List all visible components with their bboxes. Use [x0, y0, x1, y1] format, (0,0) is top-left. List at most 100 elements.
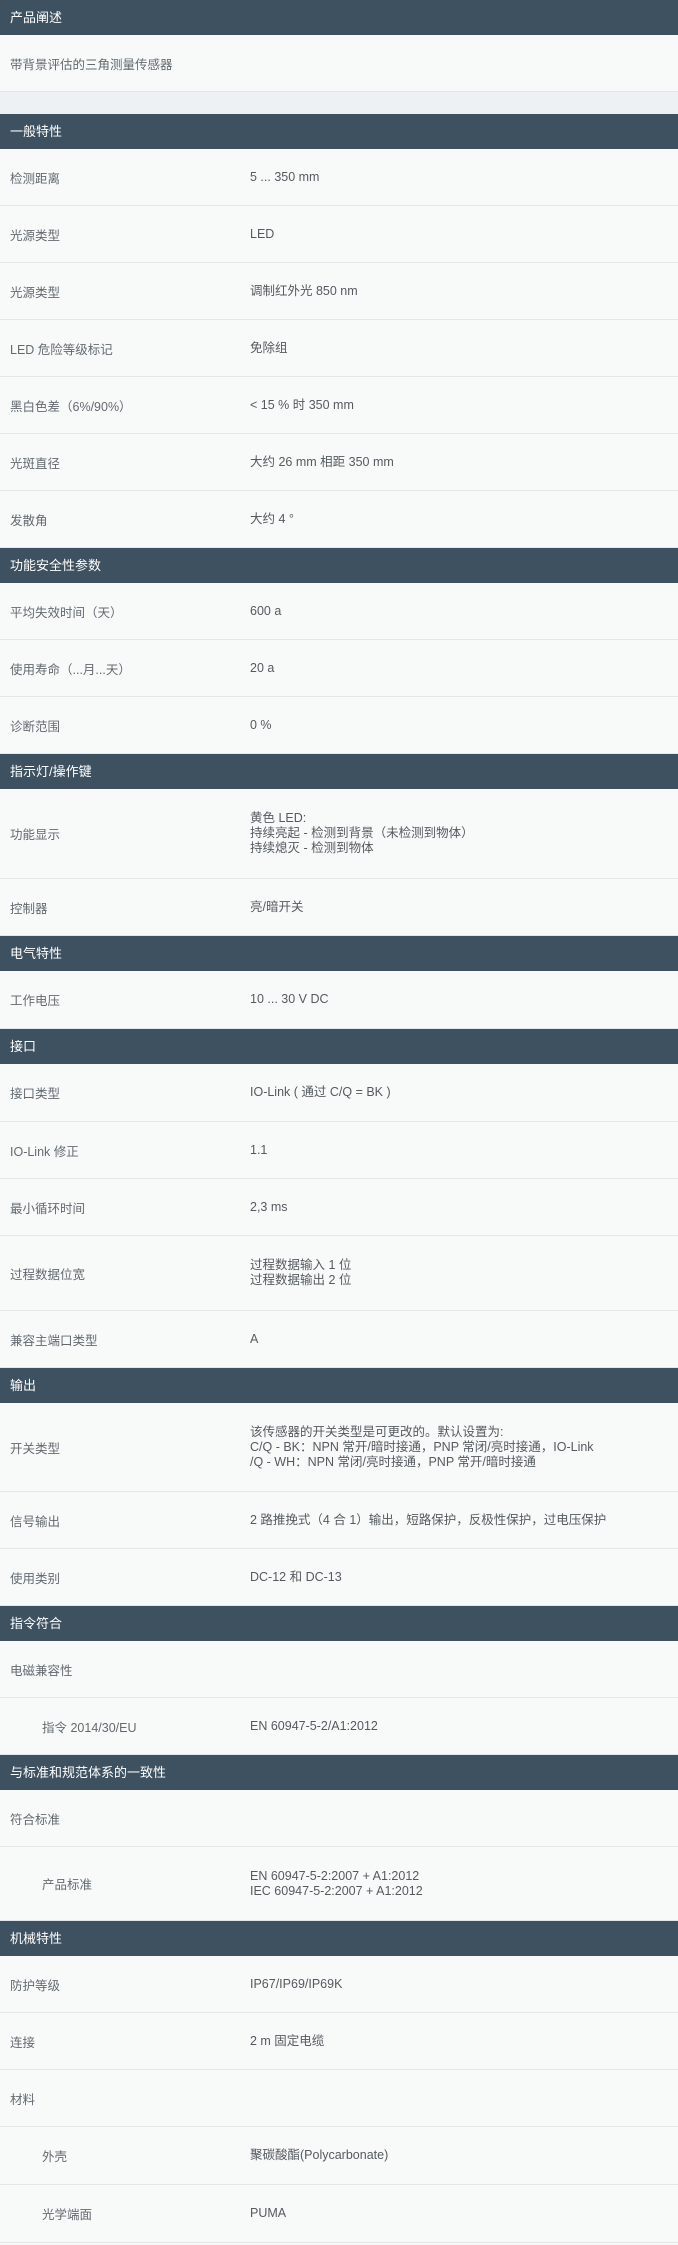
spec-value: 免除组 — [250, 340, 288, 355]
spec-value: 大约 4 ° — [250, 511, 294, 526]
section-header-standards: 与标准和规范体系的一致性 — [0, 1755, 678, 1790]
spec-row-service-life: 使用寿命（...月...天） 20 a — [0, 640, 678, 697]
section-header-indicators: 指示灯/操作键 — [0, 754, 678, 789]
spec-group-emc: 电磁兼容性 — [0, 1641, 678, 1698]
spec-value: EN 60947-5-2/A1:2012 — [250, 1718, 378, 1733]
spec-label: 外壳 — [42, 2150, 68, 2164]
section-header-output: 输出 — [0, 1368, 678, 1403]
spec-label: 工作电压 — [10, 994, 61, 1008]
spec-label: 发散角 — [10, 513, 48, 528]
spec-label: 最小循环时间 — [10, 1201, 86, 1216]
spec-value: 大约 26 mm 相距 350 mm — [250, 454, 394, 469]
spec-row-interface-type: 接口类型 IO-Link ( 通过 C/Q = BK ) — [0, 1064, 678, 1122]
spec-value-line: 该传感器的开关类型是可更改的。默认设置为: — [250, 1424, 504, 1439]
spec-value: 2 m 固定电缆 — [250, 2033, 325, 2048]
spec-label: 光源类型 — [10, 228, 61, 243]
spec-row-controls: 控制器 亮/暗开关 — [0, 879, 678, 936]
spec-row-optical-face-material: 光学端面 PUMA — [0, 2185, 678, 2243]
spec-label: 光源类型 — [10, 285, 61, 300]
spec-row-switching-type: 开关类型 该传感器的开关类型是可更改的。默认设置为: C/Q - BK：NPN … — [0, 1403, 678, 1492]
spec-group-conformity: 符合标准 — [0, 1790, 678, 1847]
spec-row-protection-class: 防护等级 IP67/IP69/IP69K — [0, 1956, 678, 2013]
spec-label: 产品标准 — [42, 1878, 93, 1892]
spec-value-line: 过程数据输入 1 位 — [250, 1258, 352, 1272]
spec-row-min-cycle-time: 最小循环时间 2,3 ms — [0, 1179, 678, 1236]
spec-label: 黑白色差（6%/90%） — [10, 399, 132, 414]
spec-value: IP67/IP69/IP69K — [250, 1976, 343, 1991]
spec-label: 控制器 — [10, 901, 48, 916]
spec-row-mttfd: 平均失效时间（天） 600 a — [0, 583, 678, 640]
spec-value: 黄色 LED: 持续亮起 - 检测到背景（未检测到物体） 持续熄灭 - 检测到物… — [250, 811, 678, 856]
spec-row-connection: 连接 2 m 固定电缆 — [0, 2013, 678, 2070]
spec-row-spot-diameter: 光斑直径 大约 26 mm 相距 350 mm — [0, 434, 678, 491]
spec-value: 5 ... 350 mm — [250, 169, 320, 184]
spec-label: 检测距离 — [10, 171, 61, 186]
spec-label: 兼容主端口类型 — [10, 1333, 98, 1348]
spec-group-label: 符合标准 — [10, 1812, 61, 1827]
section-header-functional-safety: 功能安全性参数 — [0, 548, 678, 583]
spec-row-process-data-width: 过程数据位宽 过程数据输入 1 位 过程数据输出 2 位 — [0, 1236, 678, 1311]
spec-label: 接口类型 — [10, 1087, 61, 1101]
spec-value-line: C/Q - BK：NPN 常开/暗时接通，PNP 常闭/亮时接通，IO-Link — [250, 1439, 594, 1454]
spec-label: IO-Link 修正 — [10, 1144, 79, 1159]
section-header-directives: 指令符合 — [0, 1606, 678, 1641]
product-description-text: 带背景评估的三角测量传感器 — [10, 57, 173, 72]
spec-label: 指令 2014/30/EU — [42, 1720, 137, 1735]
spec-row-function-indicator: 功能显示 黄色 LED: 持续亮起 - 检测到背景（未检测到物体） 持续熄灭 -… — [0, 789, 678, 879]
spec-group-label: 电磁兼容性 — [10, 1663, 73, 1678]
spec-row-black-white-difference: 黑白色差（6%/90%） < 15 % 时 350 mm — [0, 377, 678, 434]
spec-value: DC-12 和 DC-13 — [250, 1569, 342, 1584]
spec-label: 光学端面 — [42, 2208, 93, 2222]
spec-row-signal-output: 信号输出 2 路推挽式（4 合 1）输出，短路保护，反极性保护，过电压保护 — [0, 1492, 678, 1549]
spec-value-line: 持续亮起 - 检测到背景（未检测到物体） — [250, 826, 474, 840]
spec-value: A — [250, 1331, 259, 1346]
spec-group-label: 材料 — [10, 2092, 36, 2107]
spec-value: LED — [250, 226, 275, 241]
spec-value: 0 % — [250, 717, 272, 732]
spec-row-divergence-angle: 发散角 大约 4 ° — [0, 491, 678, 548]
spec-label: 防护等级 — [10, 1978, 61, 1993]
spec-value-line: IEC 60947-5-2:2007 + A1:2012 — [250, 1883, 423, 1898]
spec-value: 600 a — [250, 603, 282, 618]
spec-label: 使用寿命（...月...天） — [10, 662, 131, 677]
spec-label: 使用类别 — [10, 1571, 61, 1586]
spec-value: 1.1 — [250, 1142, 268, 1157]
spec-row-utilization-category: 使用类别 DC-12 和 DC-13 — [0, 1549, 678, 1606]
spec-value: 聚碳酸酯(Polycarbonate) — [250, 2148, 389, 2162]
spec-row-diagnostic-coverage: 诊断范围 0 % — [0, 697, 678, 754]
spec-value-line: EN 60947-5-2:2007 + A1:2012 — [250, 1868, 420, 1883]
section-gap — [0, 92, 678, 114]
spec-label: 功能显示 — [10, 828, 61, 842]
spec-value-line: 过程数据输出 2 位 — [250, 1273, 352, 1287]
spec-group-material: 材料 — [0, 2070, 678, 2127]
spec-row-led-risk-group: LED 危险等级标记 免除组 — [0, 320, 678, 377]
spec-value-line: /Q - WH：NPN 常闭/亮时接通，PNP 常开/暗时接通 — [250, 1454, 536, 1469]
spec-label: LED 危险等级标记 — [10, 342, 113, 357]
spec-row-light-type: 光源类型 调制红外光 850 nm — [0, 263, 678, 320]
spec-row-light-source: 光源类型 LED — [0, 206, 678, 263]
spec-value: 2,3 ms — [250, 1199, 288, 1214]
spec-label: 过程数据位宽 — [10, 1267, 86, 1282]
spec-value-line: 持续熄灭 - 检测到物体 — [250, 841, 374, 855]
spec-value: 过程数据输入 1 位 过程数据输出 2 位 — [250, 1258, 678, 1288]
section-header-general: 一般特性 — [0, 114, 678, 149]
spec-row-io-link-revision: IO-Link 修正 1.1 — [0, 1122, 678, 1179]
spec-label: 开关类型 — [10, 1441, 61, 1456]
spec-label: 平均失效时间（天） — [10, 605, 123, 620]
section-header-electrical: 电气特性 — [0, 936, 678, 971]
spec-label: 诊断范围 — [10, 719, 61, 734]
product-description: 带背景评估的三角测量传感器 — [0, 35, 678, 92]
spec-row-detection-range: 检测距离 5 ... 350 mm — [0, 149, 678, 206]
spec-value: PUMA — [250, 2206, 287, 2220]
spec-value: 10 ... 30 V DC — [250, 992, 329, 1006]
spec-value: 亮/暗开关 — [250, 899, 304, 914]
spec-row-housing-material: 外壳 聚碳酸酯(Polycarbonate) — [0, 2127, 678, 2185]
spec-value: IO-Link ( 通过 C/Q = BK ) — [250, 1085, 391, 1099]
spec-label: 信号输出 — [10, 1514, 61, 1529]
spec-value: < 15 % 时 350 mm — [250, 397, 354, 412]
spec-label: 光斑直径 — [10, 456, 61, 471]
section-header-mechanical: 机械特性 — [0, 1921, 678, 1956]
spec-value: 20 a — [250, 660, 275, 675]
spec-row-emc-directive: 指令 2014/30/EU EN 60947-5-2/A1:2012 — [0, 1698, 678, 1755]
section-header-interface: 接口 — [0, 1029, 678, 1064]
